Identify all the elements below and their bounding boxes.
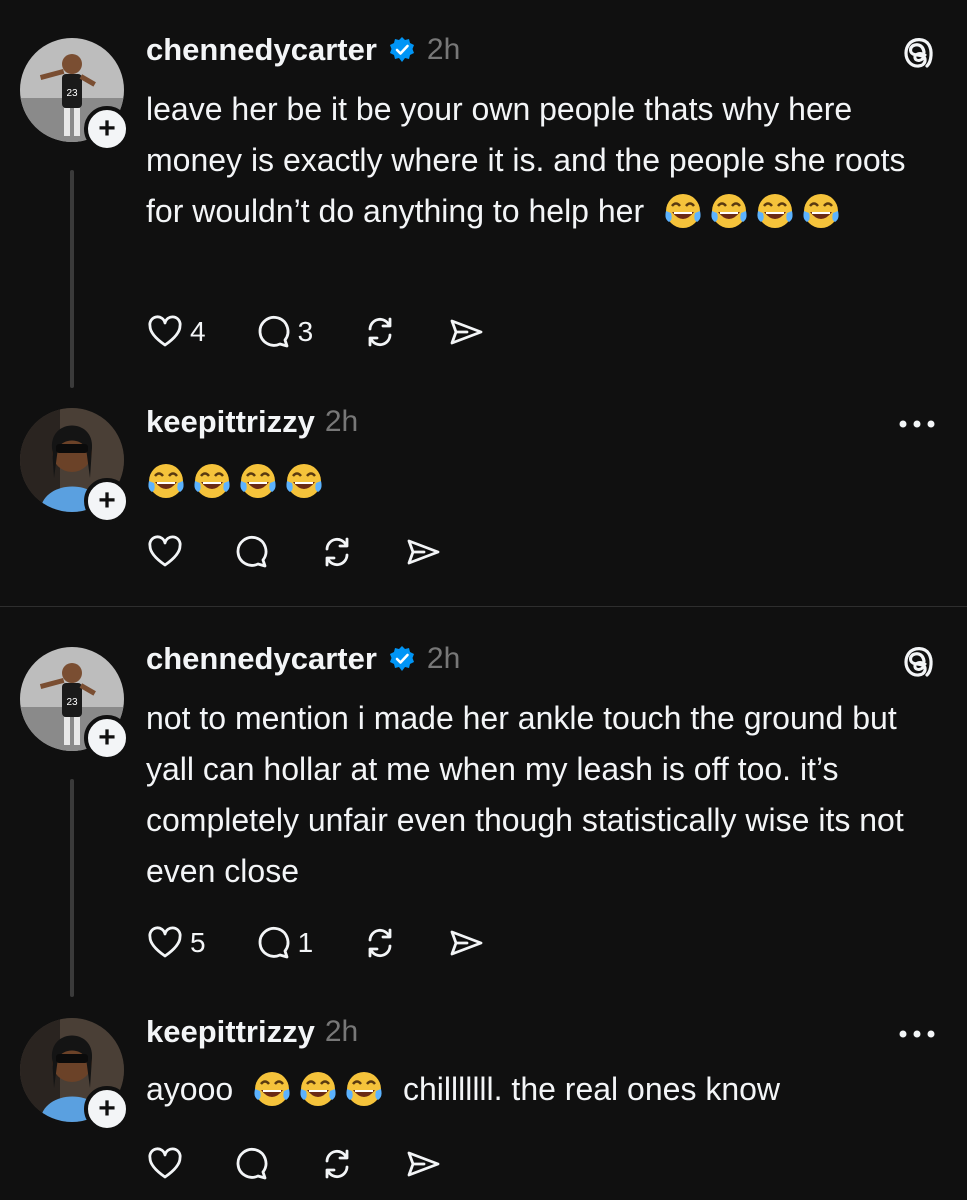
- share-button[interactable]: [447, 313, 485, 351]
- post-header: keepittrizzy 2h: [146, 1014, 358, 1050]
- follow-plus-button[interactable]: +: [84, 478, 130, 524]
- username[interactable]: chennedycarter: [146, 641, 377, 677]
- verified-badge-icon: [387, 35, 417, 65]
- action-bar: 4 3: [146, 312, 533, 352]
- heart-icon: [146, 1145, 184, 1183]
- post-text-after: chilllllll. the real ones know: [402, 1071, 781, 1107]
- action-bar: [146, 532, 490, 572]
- threads-logo-icon[interactable]: [897, 643, 939, 685]
- repost-button[interactable]: [318, 1145, 356, 1183]
- share-button[interactable]: [404, 533, 442, 571]
- tears-of-joy-emoji-icon: [755, 190, 795, 230]
- repost-icon: [361, 313, 399, 351]
- timestamp: 2h: [324, 1015, 359, 1048]
- verified-badge-icon: [387, 644, 417, 674]
- action-bar: 5 1: [146, 923, 533, 963]
- post-header: chennedycarter 2h: [146, 641, 460, 677]
- tears-of-joy-emoji-icon: [284, 460, 324, 500]
- heart-icon: [146, 533, 184, 571]
- follow-plus-button[interactable]: +: [84, 1086, 130, 1132]
- follow-plus-button[interactable]: +: [84, 715, 130, 761]
- tears-of-joy-emoji-icon: [663, 190, 703, 230]
- post-3: + chennedycarter 2h not to mention i mad…: [0, 607, 967, 1010]
- post-2: + keepittrizzy 2h: [0, 400, 967, 606]
- tears-of-joy-emoji-icon: [238, 460, 278, 500]
- like-button[interactable]: 4: [146, 313, 206, 351]
- username[interactable]: keepittrizzy: [146, 1014, 315, 1050]
- tears-of-joy-emoji-icon: [344, 1068, 384, 1108]
- tears-of-joy-emoji-icon: [192, 460, 232, 500]
- timestamp: 2h: [426, 33, 461, 66]
- thread-line: [70, 170, 74, 388]
- tears-of-joy-emoji-icon: [298, 1068, 338, 1108]
- reply-button[interactable]: 3: [254, 313, 314, 351]
- send-icon: [447, 313, 485, 351]
- like-button[interactable]: [146, 1145, 184, 1183]
- like-button[interactable]: [146, 533, 184, 571]
- post-text-before: ayooo: [146, 1071, 234, 1107]
- repost-button[interactable]: [361, 313, 399, 351]
- comment-icon: [232, 533, 270, 571]
- reply-button[interactable]: [232, 533, 270, 571]
- timestamp: 2h: [426, 642, 461, 675]
- reply-button[interactable]: [232, 1145, 270, 1183]
- username[interactable]: chennedycarter: [146, 32, 377, 68]
- repost-button[interactable]: [361, 924, 399, 962]
- timestamp: 2h: [324, 405, 359, 438]
- comment-icon: [254, 924, 292, 962]
- post-text: not to mention i made her ankle touch th…: [146, 693, 936, 897]
- post-1: + chennedycarter 2h leave her be it be y…: [0, 0, 967, 400]
- repost-icon: [318, 533, 356, 571]
- post-header: chennedycarter 2h: [146, 32, 460, 68]
- reply-count: 3: [297, 316, 314, 347]
- post-4: + keepittrizzy 2h ayooo chilllllll. the …: [0, 1010, 967, 1200]
- comment-icon: [254, 313, 292, 351]
- send-icon: [404, 533, 442, 571]
- reply-count: 1: [297, 927, 314, 958]
- heart-icon: [146, 924, 184, 962]
- send-icon: [447, 924, 485, 962]
- repost-icon: [361, 924, 399, 962]
- post-text-content: not to mention i made her ankle touch th…: [146, 700, 904, 889]
- repost-icon: [318, 1145, 356, 1183]
- tears-of-joy-emoji-icon: [146, 460, 186, 500]
- like-count: 4: [190, 316, 206, 347]
- heart-icon: [146, 313, 184, 351]
- username[interactable]: keepittrizzy: [146, 404, 315, 440]
- tears-of-joy-emoji-icon: [252, 1068, 292, 1108]
- share-button[interactable]: [404, 1145, 442, 1183]
- post-header: keepittrizzy 2h: [146, 404, 358, 440]
- send-icon: [404, 1145, 442, 1183]
- reply-button[interactable]: 1: [254, 924, 314, 962]
- post-text: ayooo chilllllll. the real ones know: [146, 1064, 936, 1115]
- follow-plus-button[interactable]: +: [84, 106, 130, 152]
- share-button[interactable]: [447, 924, 485, 962]
- thread-line: [70, 779, 74, 997]
- comment-icon: [232, 1145, 270, 1183]
- tears-of-joy-emoji-icon: [709, 190, 749, 230]
- post-text: [146, 456, 936, 507]
- like-button[interactable]: 5: [146, 924, 206, 962]
- post-text: leave her be it be your own people thats…: [146, 84, 936, 237]
- repost-button[interactable]: [318, 533, 356, 571]
- tears-of-joy-emoji-icon: [801, 190, 841, 230]
- more-options-icon[interactable]: [897, 418, 937, 430]
- more-options-icon[interactable]: [897, 1028, 937, 1040]
- like-count: 5: [190, 927, 206, 958]
- threads-logo-icon[interactable]: [897, 34, 939, 76]
- action-bar: [146, 1144, 490, 1184]
